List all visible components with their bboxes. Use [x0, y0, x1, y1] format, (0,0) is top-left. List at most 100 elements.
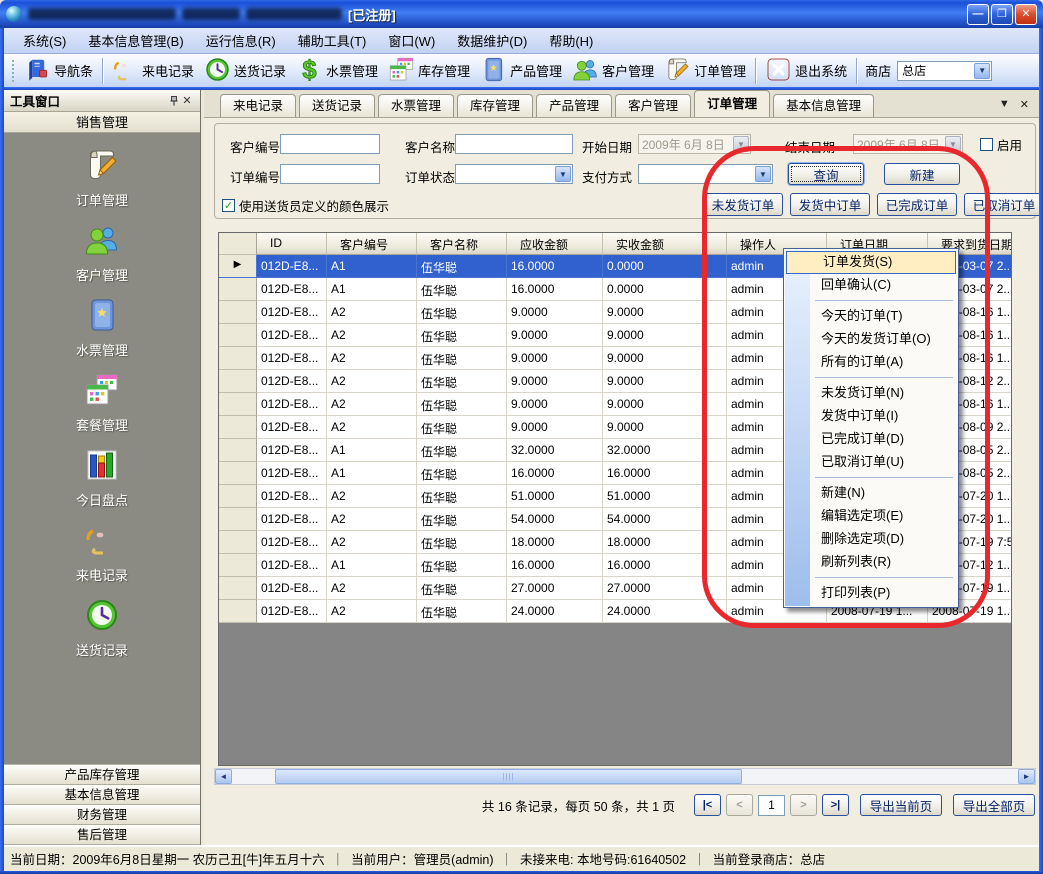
- prev-page-button[interactable]: <: [726, 794, 753, 816]
- last-page-button[interactable]: >|: [822, 794, 849, 816]
- menu-data-maintenance[interactable]: 数据维护(D): [446, 28, 538, 53]
- row-selector-header[interactable]: [219, 233, 257, 255]
- column-header-received[interactable]: 实收金额: [603, 233, 727, 255]
- scroll-left-icon[interactable]: ◄: [215, 769, 232, 784]
- row-selector-cell[interactable]: [219, 577, 257, 600]
- context-menu-item[interactable]: 发货中订单(I): [785, 405, 957, 428]
- query-button[interactable]: 查询: [788, 163, 864, 185]
- sidebar-item-today-inventory[interactable]: 今日盘点: [76, 447, 128, 509]
- menu-aux-tools[interactable]: 辅助工具(T): [287, 28, 378, 53]
- tab-call-records[interactable]: 来电记录: [220, 94, 296, 117]
- new-button[interactable]: 新建: [884, 163, 960, 185]
- toolbar-order-button[interactable]: 订单管理: [659, 55, 751, 87]
- tab-close-icon[interactable]: ✕: [1020, 98, 1029, 111]
- toolbar-delivery-records-button[interactable]: 送货记录: [199, 55, 291, 87]
- sidebar-item-water-ticket-mgmt[interactable]: 水票管理: [76, 297, 128, 359]
- sidebar-item-order-mgmt[interactable]: 订单管理: [76, 147, 128, 209]
- scroll-right-icon[interactable]: ►: [1018, 769, 1035, 784]
- row-selector-cell[interactable]: [219, 278, 257, 301]
- shop-select[interactable]: 总店 ▼: [897, 61, 992, 81]
- completed-orders-button[interactable]: 已完成订单: [877, 193, 957, 216]
- pay-method-select[interactable]: ▼: [638, 164, 773, 184]
- context-menu-item[interactable]: 订单发货(S): [786, 251, 956, 274]
- checkbox-check-icon[interactable]: ✓: [222, 199, 235, 212]
- sidebar-item-combo-mgmt[interactable]: 套餐管理: [76, 372, 128, 434]
- toolbar-customer-button[interactable]: 客户管理: [567, 55, 659, 87]
- context-menu-item[interactable]: 未发货订单(N): [785, 382, 957, 405]
- menu-help[interactable]: 帮助(H): [538, 28, 604, 53]
- context-menu-item[interactable]: 已完成订单(D): [785, 428, 957, 451]
- toolbar-grip[interactable]: [11, 59, 16, 83]
- sidebar-item-call-records[interactable]: 来电记录: [76, 522, 128, 584]
- row-selector-cell[interactable]: [219, 393, 257, 416]
- context-menu-item[interactable]: 刷新列表(R): [785, 551, 957, 574]
- row-selector-cell[interactable]: [219, 370, 257, 393]
- close-panel-icon[interactable]: ✕: [180, 94, 194, 108]
- shipping-orders-button[interactable]: 发货中订单: [790, 193, 870, 216]
- sidebar-section-finance[interactable]: 财务管理: [4, 805, 200, 825]
- chevron-down-icon[interactable]: ▼: [945, 136, 961, 152]
- scrollbar-thumb[interactable]: [275, 769, 742, 784]
- row-selector-cell[interactable]: [219, 600, 257, 623]
- toolbar-call-records-button[interactable]: 来电记录: [107, 55, 199, 87]
- row-selector-cell[interactable]: [219, 439, 257, 462]
- tab-product[interactable]: 产品管理: [536, 94, 612, 117]
- customer-name-input[interactable]: [455, 134, 573, 154]
- chevron-down-icon[interactable]: ▼: [974, 63, 990, 79]
- toolbar-exit-button[interactable]: 退出系统: [760, 55, 852, 87]
- chevron-down-icon[interactable]: ▼: [555, 166, 571, 182]
- row-selector-cell[interactable]: [219, 301, 257, 324]
- start-date-picker[interactable]: 2009年 6月 8日▼: [638, 134, 751, 154]
- tab-order-mgmt[interactable]: 订单管理: [694, 90, 770, 117]
- checkbox-box[interactable]: [980, 138, 993, 151]
- row-selector-cell[interactable]: [219, 347, 257, 370]
- row-selector-cell[interactable]: [219, 485, 257, 508]
- page-number-input[interactable]: [758, 795, 785, 816]
- close-button[interactable]: ✕: [1015, 4, 1037, 25]
- context-menu-item[interactable]: 打印列表(P): [785, 582, 957, 605]
- context-menu-item[interactable]: 删除选定项(D): [785, 528, 957, 551]
- sidebar-section-basic-info[interactable]: 基本信息管理: [4, 785, 200, 805]
- column-header-receivable[interactable]: 应收金额: [507, 233, 603, 255]
- maximize-button[interactable]: ❐: [991, 4, 1013, 25]
- export-current-page-button[interactable]: 导出当前页: [860, 794, 942, 816]
- context-menu-item[interactable]: 已取消订单(U): [785, 451, 957, 474]
- context-menu-item[interactable]: 所有的订单(A): [785, 351, 957, 374]
- menu-window[interactable]: 窗口(W): [377, 28, 446, 53]
- context-menu-item[interactable]: 编辑选定项(E): [785, 505, 957, 528]
- enable-checkbox[interactable]: 启用: [980, 135, 1022, 154]
- toolbar-inventory-button[interactable]: 库存管理: [383, 55, 475, 87]
- column-header-id[interactable]: ID: [257, 233, 327, 255]
- context-menu-item[interactable]: 今天的发货订单(O): [785, 328, 957, 351]
- toolbar-product-button[interactable]: 产品管理: [475, 55, 567, 87]
- cancelled-orders-button[interactable]: 已取消订单: [964, 193, 1043, 216]
- sidebar-item-delivery-records[interactable]: 送货记录: [76, 597, 128, 659]
- chevron-down-icon[interactable]: ▼: [755, 166, 771, 182]
- tab-list-dropdown-icon[interactable]: ▼: [999, 98, 1010, 111]
- next-page-button[interactable]: >: [790, 794, 817, 816]
- tab-basic-info[interactable]: 基本信息管理: [773, 94, 874, 117]
- chevron-down-icon[interactable]: ▼: [733, 136, 749, 152]
- tab-delivery-records[interactable]: 送货记录: [299, 94, 375, 117]
- sidebar-section-product-inventory[interactable]: 产品库存管理: [4, 765, 200, 785]
- context-menu-item[interactable]: 今天的订单(T): [785, 305, 957, 328]
- row-selector-cell[interactable]: [219, 508, 257, 531]
- toolbar-water-ticket-button[interactable]: $水票管理: [291, 55, 383, 87]
- unshipped-orders-button[interactable]: 未发货订单: [703, 193, 783, 216]
- tab-water-ticket[interactable]: 水票管理: [378, 94, 454, 117]
- column-header-customer-no[interactable]: 客户编号: [327, 233, 417, 255]
- pin-icon[interactable]: [168, 95, 180, 107]
- sidebar-section-sales[interactable]: 销售管理: [4, 112, 200, 133]
- minimize-button[interactable]: —: [967, 4, 989, 25]
- row-selector-cell[interactable]: ▶: [219, 255, 257, 278]
- sidebar-item-customer-mgmt[interactable]: 客户管理: [76, 222, 128, 284]
- context-menu-item[interactable]: 新建(N): [785, 482, 957, 505]
- context-menu-item[interactable]: 回单确认(C): [785, 274, 957, 297]
- delivery-color-checkbox[interactable]: ✓ 使用送货员定义的颜色展示: [222, 196, 389, 215]
- end-date-picker[interactable]: 2009年 6月 8日▼: [853, 134, 963, 154]
- tab-customer[interactable]: 客户管理: [615, 94, 691, 117]
- customer-no-input[interactable]: [280, 134, 380, 154]
- first-page-button[interactable]: |<: [694, 794, 721, 816]
- horizontal-scrollbar[interactable]: ◄ ►: [214, 768, 1036, 785]
- row-selector-cell[interactable]: [219, 531, 257, 554]
